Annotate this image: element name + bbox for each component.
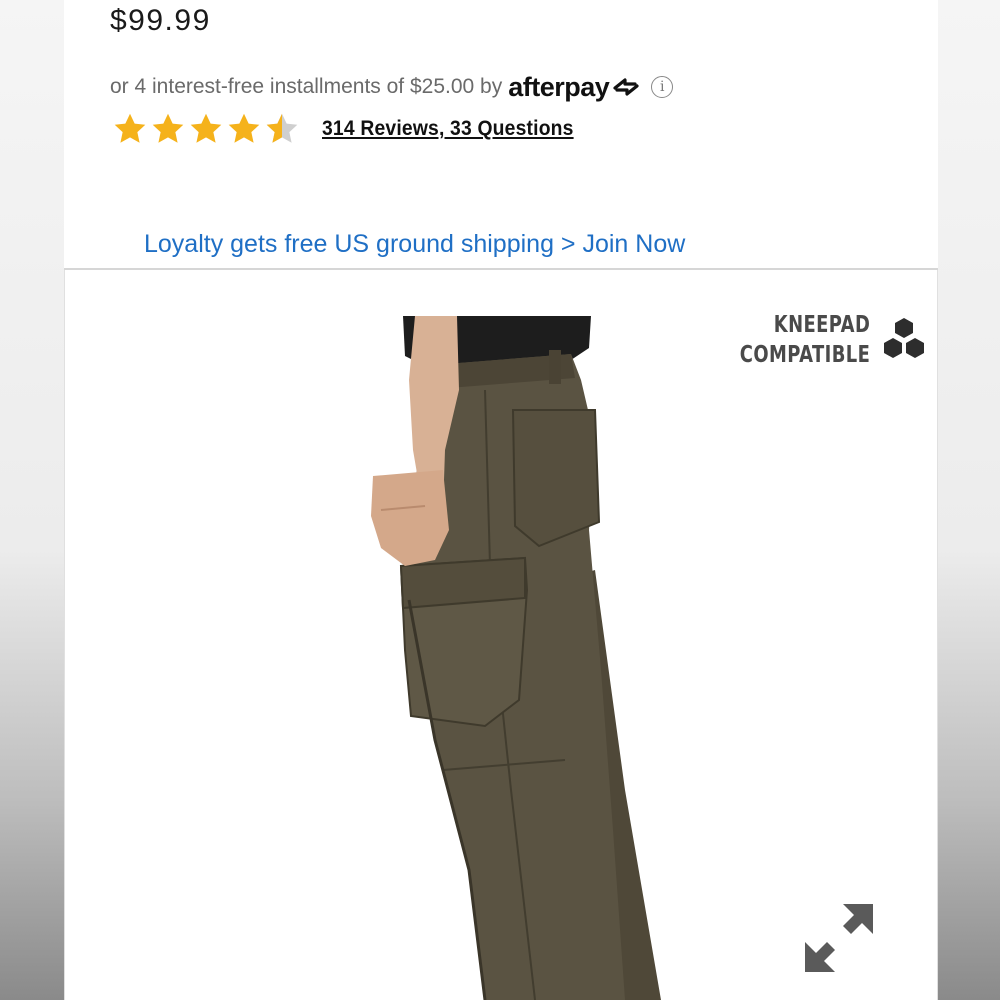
kneepad-line2: COMPATIBLE bbox=[739, 342, 871, 368]
installments-text: or 4 interest-free installments of $25.0… bbox=[110, 75, 503, 98]
product-image-cargo-pants[interactable] bbox=[65, 270, 938, 1000]
hexagon-cluster-icon bbox=[884, 318, 925, 358]
product-image-frame: KNEEPAD COMPATIBLE bbox=[64, 270, 938, 1000]
right-background-blur bbox=[938, 0, 1000, 1000]
star-rating[interactable] bbox=[112, 111, 300, 147]
loyalty-join-link[interactable]: Loyalty gets free US ground shipping > J… bbox=[144, 230, 685, 259]
half-star-icon bbox=[266, 113, 298, 143]
afterpay-logo[interactable]: afterpay bbox=[508, 72, 641, 103]
afterpay-installments: or 4 interest-free installments of $25.0… bbox=[110, 72, 674, 103]
product-price: $99.99 bbox=[110, 4, 211, 37]
kneepad-compatible-badge: KNEEPAD COMPATIBLE bbox=[703, 310, 928, 370]
star-icon bbox=[190, 113, 222, 143]
star-icon bbox=[152, 113, 184, 143]
rating-row: 314 Reviews, 33 Questions bbox=[112, 110, 595, 148]
star-icon bbox=[228, 113, 260, 143]
info-icon[interactable]: i bbox=[651, 76, 674, 98]
expand-arrows-icon[interactable] bbox=[799, 898, 879, 978]
kneepad-text: KNEEPAD COMPATIBLE bbox=[740, 310, 870, 370]
afterpay-wordmark: afterpay bbox=[508, 71, 610, 102]
star-icon bbox=[114, 113, 146, 143]
reviews-questions-link[interactable]: 314 Reviews, 33 Questions bbox=[322, 117, 574, 141]
left-background-blur bbox=[0, 0, 64, 1000]
kneepad-line1: KNEEPAD bbox=[773, 312, 871, 338]
afterpay-arrows-icon bbox=[613, 78, 639, 96]
product-page: $99.99 or 4 interest-free installments o… bbox=[64, 0, 938, 1000]
